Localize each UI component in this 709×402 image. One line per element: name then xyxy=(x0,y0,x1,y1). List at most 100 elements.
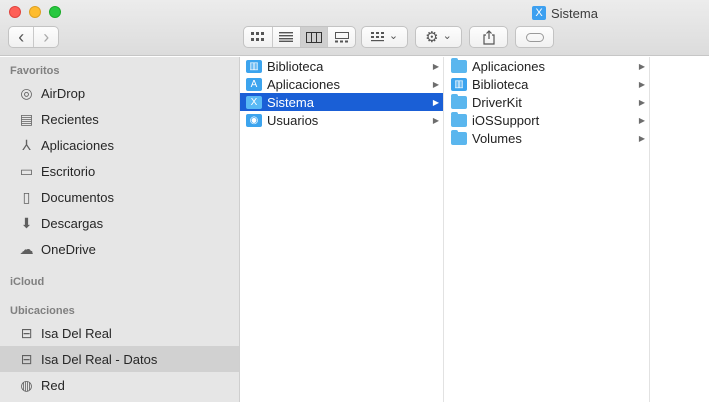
applications-icon: A xyxy=(246,77,262,91)
chevron-down-icon: ⌄ xyxy=(442,29,452,42)
sidebar-item-aplicaciones[interactable]: ⅄ Aplicaciones xyxy=(0,132,239,158)
sidebar-item-label: Aplicaciones xyxy=(41,137,114,153)
share-button[interactable] xyxy=(469,26,508,48)
disclosure-chevron-icon: ▶ xyxy=(638,115,646,125)
sidebar-item-recientes[interactable]: ▤ Recientes xyxy=(0,106,239,132)
sidebar-item-label: Recientes xyxy=(41,111,99,127)
view-mode-segmented xyxy=(243,26,356,48)
file-row-label: Sistema xyxy=(267,94,314,110)
file-row-label: Usuarios xyxy=(267,112,319,128)
icon-view-button[interactable] xyxy=(244,27,272,47)
disclosure-chevron-icon: ▶ xyxy=(432,97,440,107)
file-row-iossupport[interactable]: iOSSupport ▶ xyxy=(445,111,649,129)
sidebar-item-documentos[interactable]: ▯ Documentos xyxy=(0,184,239,210)
file-row-label: Aplicaciones xyxy=(267,76,340,92)
airdrop-icon: ◎ xyxy=(20,84,33,101)
file-row-sistema[interactable]: X Sistema ▶ xyxy=(240,93,443,111)
downloads-icon: ⬇ xyxy=(20,214,33,231)
sidebar-item-label: Documentos xyxy=(41,189,114,205)
close-button[interactable] xyxy=(9,6,21,18)
column-view-icon xyxy=(305,31,322,43)
icon-view-icon xyxy=(250,32,264,41)
gallery-view-button[interactable] xyxy=(327,27,355,47)
file-row-aplicaciones[interactable]: A Aplicaciones ▶ xyxy=(240,75,443,93)
disk-icon: ⊟ xyxy=(20,324,33,341)
zoom-button[interactable] xyxy=(49,6,61,18)
folder-icon xyxy=(451,111,467,127)
documents-icon: ▯ xyxy=(22,188,31,205)
sidebar-item-isa-del-real-datos[interactable]: ⊟ Isa Del Real - Datos xyxy=(0,346,239,372)
file-row-label: DriverKit xyxy=(472,94,522,110)
folder-icon xyxy=(451,129,467,145)
sidebar-item-isa-del-real[interactable]: ⊟ Isa Del Real xyxy=(0,320,239,346)
group-button[interactable]: ⌄ xyxy=(361,26,408,48)
file-row-usuarios[interactable]: ◉ Usuarios ▶ xyxy=(240,111,443,129)
gear-icon: ⚙ xyxy=(425,29,439,46)
file-row-biblioteca[interactable]: ▥ Biblioteca ▶ xyxy=(445,75,649,93)
disclosure-chevron-icon: ▶ xyxy=(638,79,646,89)
file-row-label: iOSSupport xyxy=(472,112,540,128)
system-icon: X xyxy=(246,95,262,109)
file-row-biblioteca[interactable]: ▥ Biblioteca ▶ xyxy=(240,57,443,75)
action-button[interactable]: ⚙ ⌄ xyxy=(415,26,462,48)
desktop-icon: ▭ xyxy=(19,162,34,179)
sidebar-header-favorites: Favoritos xyxy=(10,65,60,77)
minimize-button[interactable] xyxy=(29,6,41,18)
disclosure-chevron-icon: ▶ xyxy=(432,79,440,89)
chevron-down-icon: ⌄ xyxy=(388,29,399,42)
file-row-label: Biblioteca xyxy=(267,58,324,74)
system-folder-icon: X xyxy=(532,6,546,20)
list-view-icon xyxy=(279,32,294,42)
sidebar-item-red[interactable]: ◍ Red xyxy=(0,372,239,398)
file-row-label: Aplicaciones xyxy=(472,58,545,74)
disclosure-chevron-icon: ▶ xyxy=(432,61,440,71)
file-row-aplicaciones[interactable]: Aplicaciones ▶ xyxy=(445,57,649,75)
applications-icon: ⅄ xyxy=(22,136,31,153)
list-view-button[interactable] xyxy=(271,27,300,47)
sidebar-item-label: AirDrop xyxy=(41,85,86,101)
cloud-icon: ☁ xyxy=(19,240,34,257)
gallery-view-icon xyxy=(334,31,349,42)
group-icon xyxy=(370,32,384,42)
sidebar-item-descargas[interactable]: ⬇ Descargas xyxy=(0,210,239,236)
file-row-label: Volumes xyxy=(472,130,522,146)
window-title-text: Sistema xyxy=(551,5,598,21)
sidebar-header-icloud: iCloud xyxy=(10,276,45,288)
browser-column-1: ▥ Biblioteca ▶ A Aplicaciones ▶ X Sistem… xyxy=(240,57,444,402)
column-view-button[interactable] xyxy=(299,27,328,47)
sidebar-header-locations: Ubicaciones xyxy=(10,305,75,317)
chevron-left-icon: ‹ xyxy=(18,27,25,47)
chevron-right-icon: › xyxy=(43,27,50,47)
file-row-volumes[interactable]: Volumes ▶ xyxy=(445,129,649,147)
folder-icon xyxy=(451,93,467,109)
toolbar: X Sistema ‹ › ⌄ ⚙ ⌄ xyxy=(0,0,709,56)
sidebar-item-label: Descargas xyxy=(41,215,104,231)
sidebar-item-onedrive[interactable]: ☁ OneDrive xyxy=(0,236,239,262)
network-icon: ◍ xyxy=(20,376,33,393)
browser-column-2: Aplicaciones ▶ ▥ Biblioteca ▶ DriverKit … xyxy=(445,57,650,402)
library-icon: ▥ xyxy=(246,59,262,73)
back-button[interactable]: ‹ xyxy=(9,27,33,47)
disclosure-chevron-icon: ▶ xyxy=(638,61,646,71)
file-row-driverkit[interactable]: DriverKit ▶ xyxy=(445,93,649,111)
window-title: X Sistema xyxy=(532,4,598,22)
sidebar-item-label: Isa Del Real xyxy=(41,325,112,341)
disclosure-chevron-icon: ▶ xyxy=(432,115,440,125)
navigation-buttons: ‹ › xyxy=(8,26,59,48)
users-icon: ◉ xyxy=(246,113,262,127)
browser-column-3 xyxy=(651,57,709,402)
sidebar-item-airdrop[interactable]: ◎ AirDrop xyxy=(0,80,239,106)
recents-icon: ▤ xyxy=(19,110,34,127)
forward-button[interactable]: › xyxy=(33,27,58,47)
folder-icon xyxy=(451,57,467,73)
sidebar-item-escritorio[interactable]: ▭ Escritorio xyxy=(0,158,239,184)
sidebar-item-label: Red xyxy=(41,377,65,393)
library-icon: ▥ xyxy=(451,77,467,91)
disk-icon: ⊟ xyxy=(20,350,33,367)
sidebar-item-label: Isa Del Real - Datos xyxy=(41,351,158,367)
sidebar-item-label: OneDrive xyxy=(41,241,96,257)
disclosure-chevron-icon: ▶ xyxy=(638,133,646,143)
sidebar-item-label: Escritorio xyxy=(41,163,96,179)
tags-button[interactable] xyxy=(515,26,554,48)
file-row-label: Biblioteca xyxy=(472,76,529,92)
